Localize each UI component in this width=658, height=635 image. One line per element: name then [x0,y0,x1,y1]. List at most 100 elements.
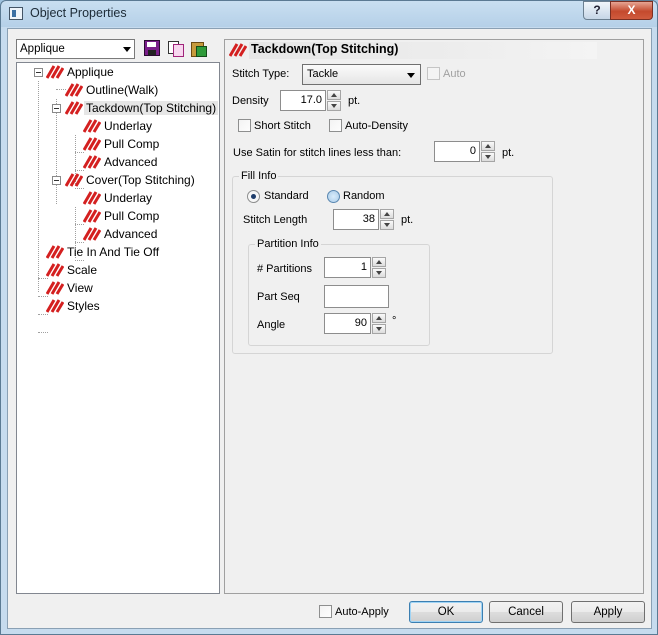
close-button[interactable]: X [610,1,653,20]
tree-connector [56,99,57,204]
tree-connector [38,296,48,297]
stitch-type-value: Tackle [307,68,339,80]
density-stepper[interactable] [327,90,341,111]
stitch-icon [65,83,83,97]
stitch-icon [83,227,101,241]
tree-connector [38,314,48,315]
part-seq-label: Part Seq [257,291,300,303]
stitch-type-label: Stitch Type: [232,68,290,80]
partitions-input[interactable]: 1 [324,257,371,278]
stitch-icon [229,43,247,57]
partitions-label: # Partitions [257,263,313,275]
satin-threshold-unit: pt. [502,147,515,159]
stitch-length-input[interactable]: 38 [333,209,379,230]
tree-connector [38,332,48,333]
fill-info-group: Fill Info Standard Random Stitch Length … [232,170,553,354]
random-label: Random [343,190,385,202]
tree-item-label: Styles [67,299,100,313]
stitch-icon [83,209,101,223]
standard-radio[interactable] [247,190,260,203]
angle-input[interactable]: 90 [324,313,371,334]
title-bar[interactable]: Object Properties ? X [1,1,657,27]
properties-panel: Tackdown(Top Stitching) Stitch Type: Tac… [224,39,644,594]
part-seq-input[interactable] [324,285,389,308]
stitch-icon [83,137,101,151]
tree-connector [75,170,84,171]
tree-item-label: Pull Comp [104,137,160,151]
property-tree[interactable]: Applique Outline(Walk) Tackdown(Top Stit… [16,62,220,594]
satin-threshold-stepper[interactable] [481,141,495,162]
stitch-icon [65,101,83,115]
tree-item-label: Scale [67,263,98,277]
satin-threshold-input[interactable]: 0 [434,141,480,162]
stitch-icon [46,281,64,295]
auto-apply-label: Auto-Apply [335,606,389,618]
tree-item-label: Cover(Top Stitching) [86,173,195,187]
tree-item-label: Advanced [104,227,158,241]
tree-item-label: Underlay [104,119,153,133]
collapse-icon[interactable] [34,68,43,77]
auto-checkbox[interactable] [427,67,440,80]
stitch-type-select[interactable]: Tackle [302,64,421,85]
tree-item-label: View [67,281,93,295]
apply-button[interactable]: Apply [571,601,645,623]
chevron-down-icon [407,73,415,78]
tree-item-label: Underlay [104,191,153,205]
stitch-icon [46,299,64,313]
paste-icon[interactable] [190,40,207,57]
short-stitch-label: Short Stitch [254,120,311,132]
collapse-icon[interactable] [52,104,61,113]
stitch-icon [46,65,64,79]
auto-density-checkbox[interactable] [329,119,342,132]
tree-item-label: Outline(Walk) [86,83,159,97]
window-icon [9,7,23,20]
stitch-length-stepper[interactable] [380,209,394,230]
tree-item-label: Advanced [104,155,158,169]
window-title: Object Properties [30,6,127,20]
partitions-stepper[interactable] [372,257,386,278]
tree-connector [38,81,39,292]
chevron-down-icon [123,47,131,52]
short-stitch-checkbox[interactable] [238,119,251,132]
save-icon[interactable] [144,40,160,56]
tree-item-label: Pull Comp [104,209,160,223]
partition-info-group: Partition Info # Partitions 1 Part Seq A… [248,238,430,346]
tree-item-label: Tackdown(Top Stitching) [84,101,219,115]
tree-connector [75,224,84,225]
angle-label: Angle [257,319,286,331]
dialog-client: Applique Applique Outline(Walk) Tackdown… [7,28,652,629]
stitch-icon [83,191,101,205]
tree-connector [75,188,84,189]
stitch-icon [65,173,83,187]
object-type-dropdown[interactable]: Applique [16,39,135,59]
stitch-length-label: Stitch Length [243,214,308,226]
density-label: Density [232,95,269,107]
stitch-icon [46,245,64,259]
auto-density-label: Auto-Density [345,120,408,132]
density-input[interactable]: 17.0 [280,90,326,111]
tree-connector [75,260,84,261]
angle-stepper[interactable] [372,313,386,334]
stitch-length-unit: pt. [401,214,414,226]
stitch-icon [83,155,101,169]
auto-label: Auto [443,68,466,80]
auto-apply-checkbox[interactable] [319,605,332,618]
density-unit: pt. [348,95,361,107]
angle-unit: ° [392,315,397,327]
tree-item-label: Applique [67,65,114,79]
tree-item-label: Tie In And Tie Off [67,245,160,259]
fill-info-label: Fill Info [239,170,279,182]
collapse-icon[interactable] [52,176,61,185]
copy-icon[interactable] [167,40,184,57]
cancel-button[interactable]: Cancel [489,601,563,623]
tree-connector [38,278,48,279]
panel-title: Tackdown(Top Stitching) [249,42,597,59]
random-radio[interactable] [327,190,340,203]
partition-info-label: Partition Info [255,238,321,250]
ok-button[interactable]: OK [409,601,483,623]
help-button[interactable]: ? [583,1,611,20]
object-type-value: Applique [20,43,65,55]
stitch-icon [46,263,64,277]
satin-threshold-label: Use Satin for stitch lines less than: [233,147,402,159]
standard-label: Standard [264,190,309,202]
